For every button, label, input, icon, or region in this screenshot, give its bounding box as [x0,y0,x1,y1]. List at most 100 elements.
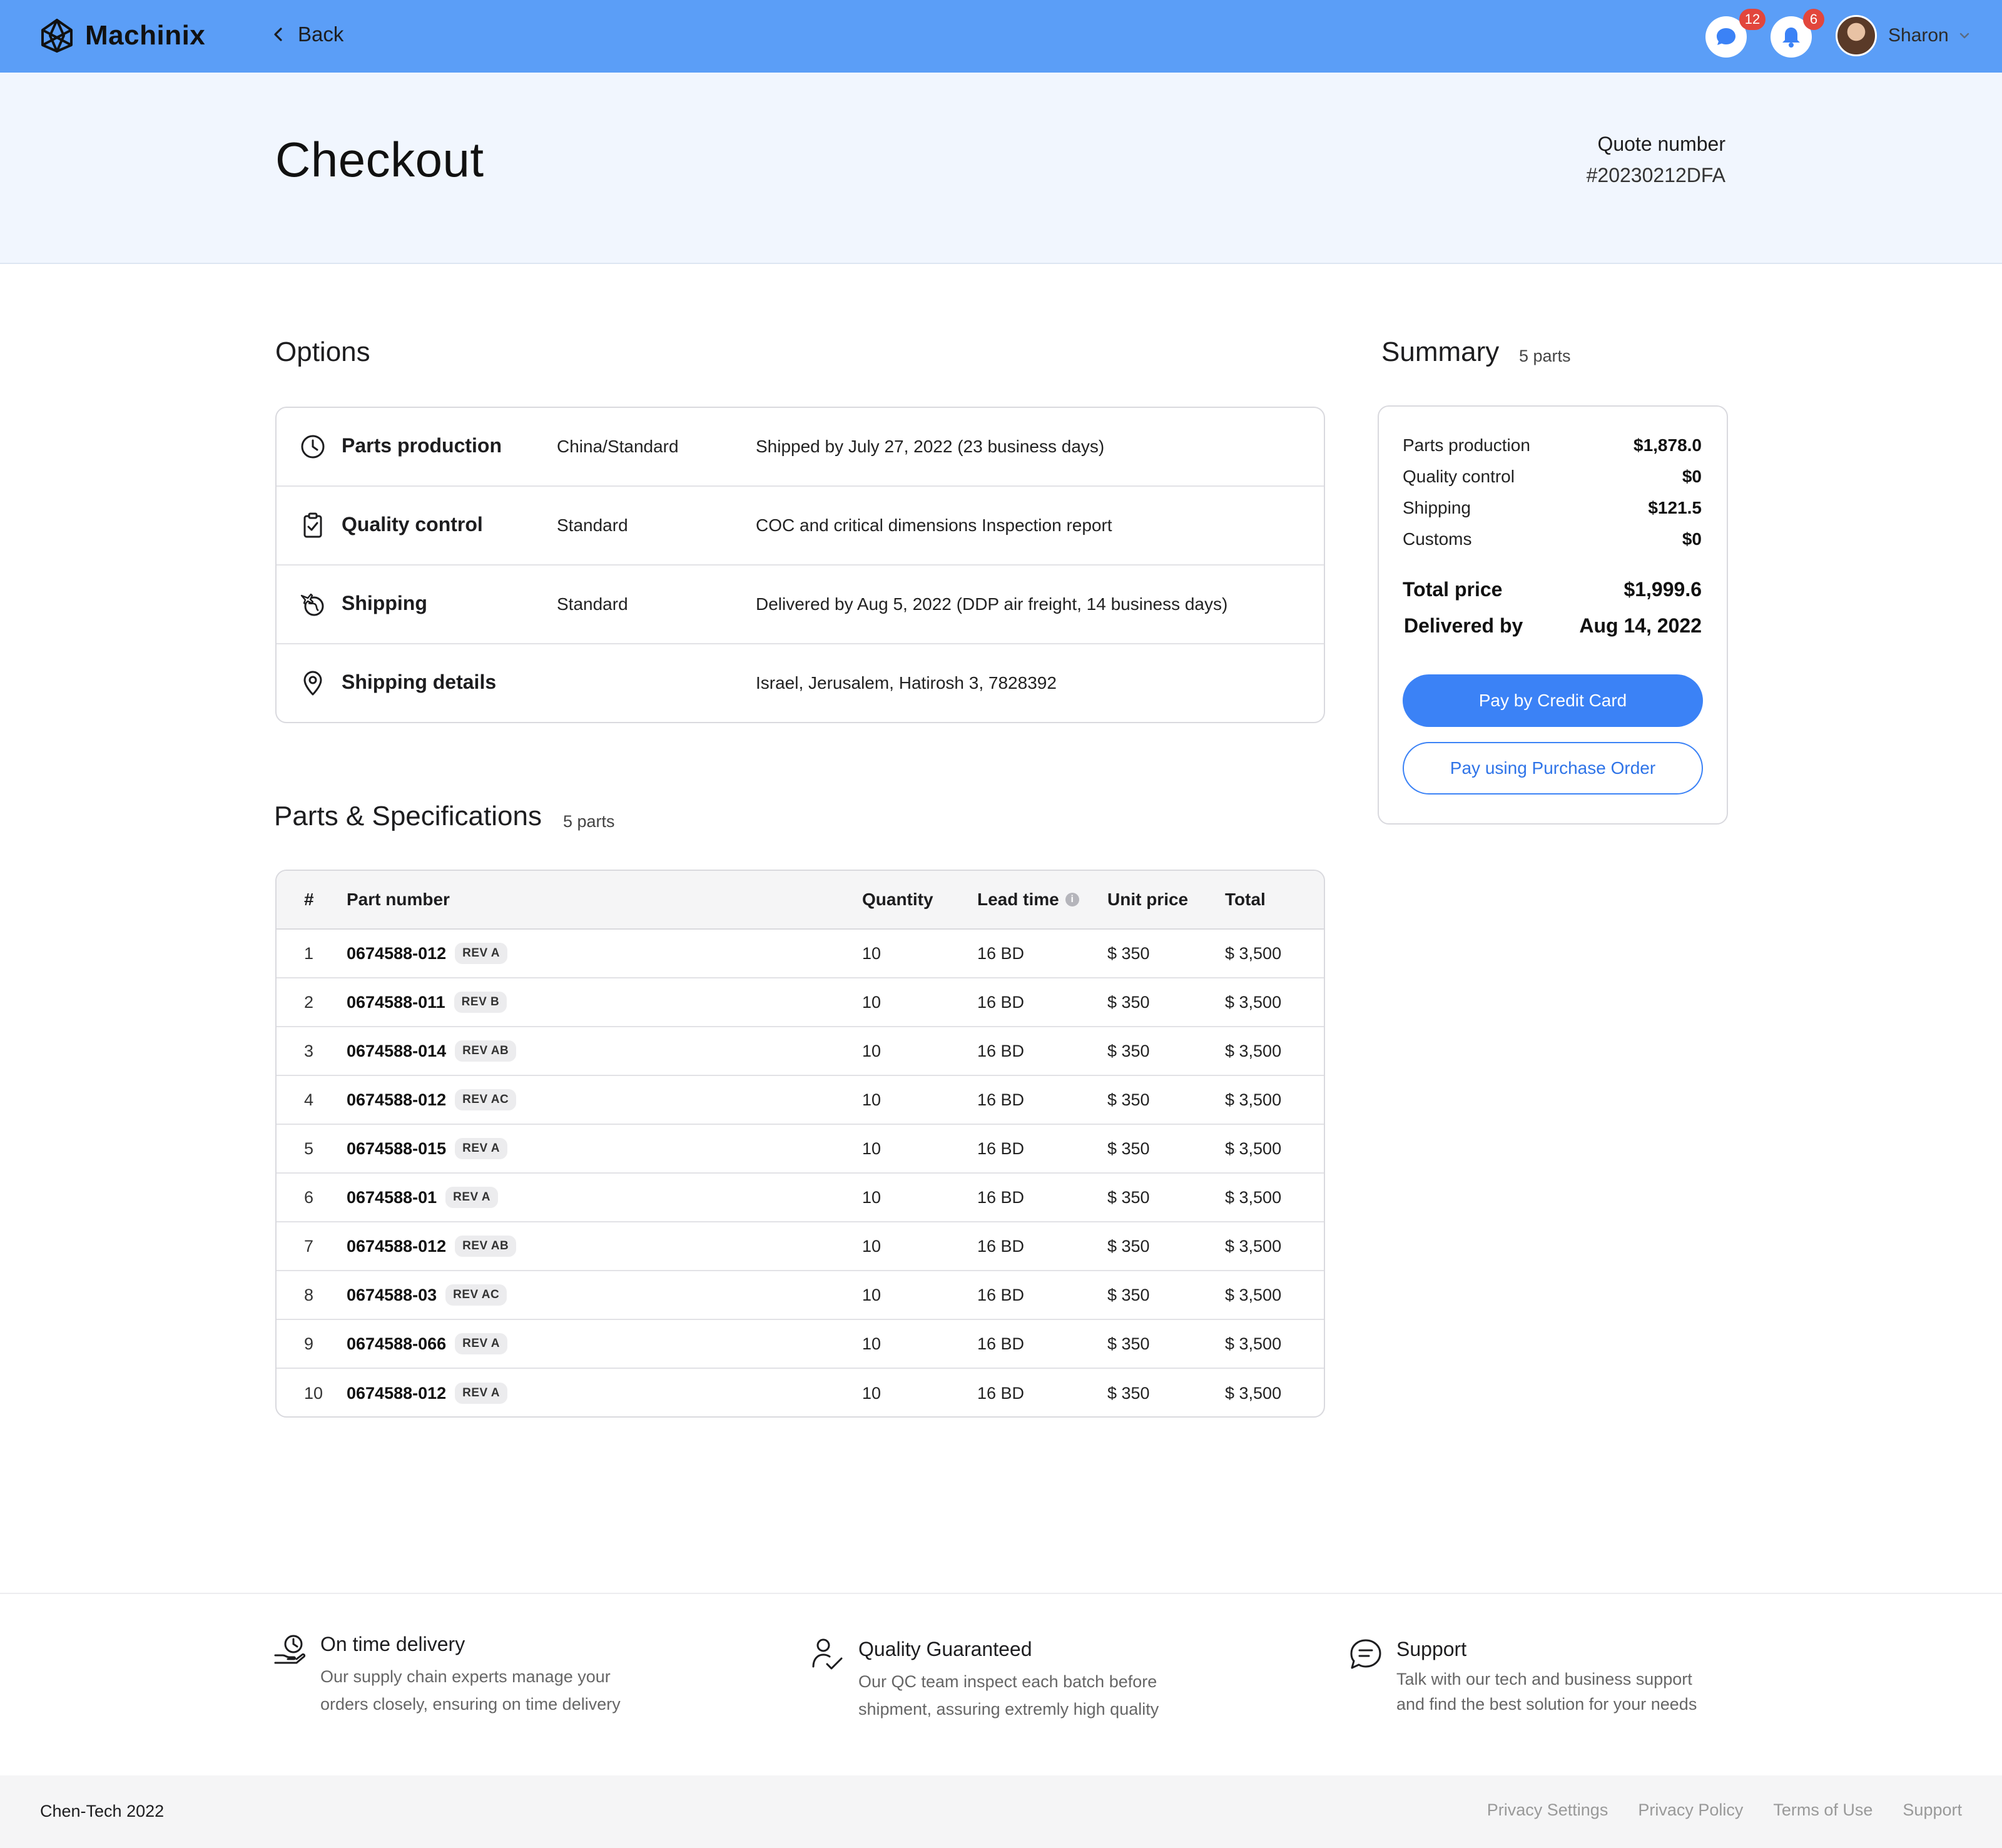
table-row[interactable]: 1 0674588-012 REV A 10 16 BD $ 350 $ 3,500 [277,930,1324,978]
footer: Chen-Tech 2022 Privacy Settings Privacy … [0,1775,2002,1848]
part-number[interactable]: 0674588-012 [347,1384,446,1403]
column-header-quantity: Quantity [862,890,933,909]
footer-link-privacy-settings[interactable]: Privacy Settings [1487,1800,1608,1820]
messages-count-badge: 12 [1739,9,1766,30]
option-row-quality-control[interactable]: Quality control Standard COC and critica… [277,487,1324,566]
option-type: Standard [557,515,628,535]
back-button[interactable]: Back [269,23,343,46]
total-price-label: Total price [1403,578,1503,601]
delivered-by-label: Delivered by [1404,614,1523,637]
option-label: Shipping [342,592,427,614]
chevron-left-icon [274,28,282,41]
part-number[interactable]: 0674588-012 [347,944,446,963]
table-row[interactable]: 7 0674588-012 REV AB 10 16 BD $ 350 $ 3,500 [277,1222,1324,1271]
summary-line: Shipping $121.5 [1403,498,1702,518]
pay-credit-card-button[interactable]: Pay by Credit Card [1403,674,1703,727]
feature-description: Talk with our tech and business support … [1396,1667,1697,1717]
summary-total: Total price $1,999.6 [1403,578,1702,601]
summary-delivery: Delivered by Aug 14, 2022 [1404,614,1702,637]
info-icon[interactable]: i [1065,893,1079,906]
table-row[interactable]: 4 0674588-012 REV AC 10 16 BD $ 350 $ 3,500 [277,1076,1324,1125]
back-label: Back [298,23,344,46]
pay-purchase-order-button[interactable]: Pay using Purchase Order [1403,742,1703,795]
option-description: Israel, Jerusalem, Hatirosh 3, 7828392 [756,673,1057,693]
part-number[interactable]: 0674588-01 [347,1188,437,1207]
feature-line: shipment, assuring extremly high quality [858,1700,1159,1719]
table-row[interactable]: 3 0674588-014 REV AB 10 16 BD $ 350 $ 3,500 [277,1027,1324,1076]
unit-price-cell: $ 350 [1107,992,1150,1012]
summary-line-label: Customs [1403,529,1472,549]
footer-link-privacy-policy[interactable]: Privacy Policy [1638,1800,1743,1820]
option-row-parts-production[interactable]: Parts production China/Standard Shipped … [277,408,1324,487]
lead-time-cell: 16 BD [977,1187,1025,1207]
table-row[interactable]: 6 0674588-01 REV A 10 16 BD $ 350 $ 3,500 [277,1174,1324,1222]
bell-icon [1782,28,1800,48]
quote-number-label: Quote number [1597,133,1725,155]
table-row[interactable]: 2 0674588-011 REV B 10 16 BD $ 350 $ 3,500 [277,978,1324,1027]
quantity-cell: 10 [862,992,882,1012]
table-row[interactable]: 5 0674588-015 REV A 10 16 BD $ 350 $ 3,500 [277,1125,1324,1174]
plane-globe-icon [299,591,327,618]
parts-table: # Part number Quantity Lead time i Unit … [275,870,1325,1418]
part-number[interactable]: 0674588-014 [347,1042,446,1061]
lead-time-label: Lead time [977,890,1059,909]
option-row-shipping-details[interactable]: Shipping details Israel, Jerusalem, Hati… [277,644,1324,722]
part-number[interactable]: 0674588-015 [347,1139,446,1159]
summary-part-count: 5 parts [1519,347,1571,365]
app-logo[interactable]: Machinix [38,16,205,55]
total-cell: $ 3,500 [1225,1090,1282,1109]
unit-price-cell: $ 350 [1107,1139,1150,1158]
clock-icon [299,433,327,460]
footer-link-terms-of-use[interactable]: Terms of Use [1773,1800,1872,1820]
messages-button[interactable]: 12 [1705,9,1766,58]
delivery-clock-icon [274,1635,306,1664]
summary-line: Customs $0 [1403,529,1702,549]
revision-badge: REV A [455,943,508,964]
section-divider [0,1593,2002,1594]
quantity-cell: 10 [862,1090,882,1109]
revision-badge: REV AB [455,1040,517,1062]
unit-price-cell: $ 350 [1107,943,1150,963]
revision-badge: REV B [454,992,507,1013]
parts-heading: Parts & Specifications [274,801,542,831]
footer-links: Privacy Settings Privacy Policy Terms of… [1457,1800,1962,1820]
table-row[interactable]: 9 0674588-066 REV A 10 16 BD $ 350 $ 3,500 [277,1320,1324,1369]
part-number-cell: 0674588-012 REV A [347,930,508,977]
lead-time-cell: 16 BD [977,1236,1025,1256]
unit-price-cell: $ 350 [1107,1334,1150,1353]
unit-price-cell: $ 350 [1107,1236,1150,1256]
revision-badge: REV AC [455,1089,517,1110]
total-cell: $ 3,500 [1225,1285,1282,1304]
table-row[interactable]: 8 0674588-03 REV AC 10 16 BD $ 350 $ 3,500 [277,1271,1324,1320]
total-cell: $ 3,500 [1225,1041,1282,1060]
options-card: Parts production China/Standard Shipped … [275,407,1325,723]
part-number[interactable]: 0674588-03 [347,1286,437,1305]
column-header-part-number: Part number [347,890,450,909]
revision-badge: REV A [445,1187,499,1208]
copyright: Chen-Tech 2022 [40,1802,165,1820]
row-index: 5 [304,1139,314,1158]
total-cell: $ 3,500 [1225,1334,1282,1353]
row-index: 4 [304,1090,314,1109]
quantity-cell: 10 [862,1041,882,1060]
summary-line: Parts production $1,878.0 [1403,435,1702,455]
part-number[interactable]: 0674588-012 [347,1090,446,1110]
revision-badge: REV AB [455,1236,517,1257]
lead-time-cell: 16 BD [977,1285,1025,1304]
parts-count: 5 parts [563,812,615,831]
notifications-button[interactable]: 6 [1771,9,1824,58]
chat-support-icon [1350,1639,1381,1669]
user-menu[interactable]: Sharon [1836,15,1971,56]
chevron-down-icon [1959,33,1969,39]
row-index: 8 [304,1285,314,1304]
option-description: Delivered by Aug 5, 2022 (DDP air freigh… [756,594,1228,614]
lead-time-cell: 16 BD [977,1139,1025,1158]
footer-link-support[interactable]: Support [1903,1800,1962,1820]
part-number[interactable]: 0674588-012 [347,1237,446,1256]
lead-time-cell: 16 BD [977,992,1025,1012]
part-number[interactable]: 0674588-011 [347,993,445,1012]
table-row[interactable]: 10 0674588-012 REV A 10 16 BD $ 350 $ 3,500 [277,1369,1324,1416]
feature-title: Quality Guaranteed [858,1638,1032,1660]
option-row-shipping[interactable]: Shipping Standard Delivered by Aug 5, 20… [277,566,1324,644]
part-number[interactable]: 0674588-066 [347,1334,446,1354]
